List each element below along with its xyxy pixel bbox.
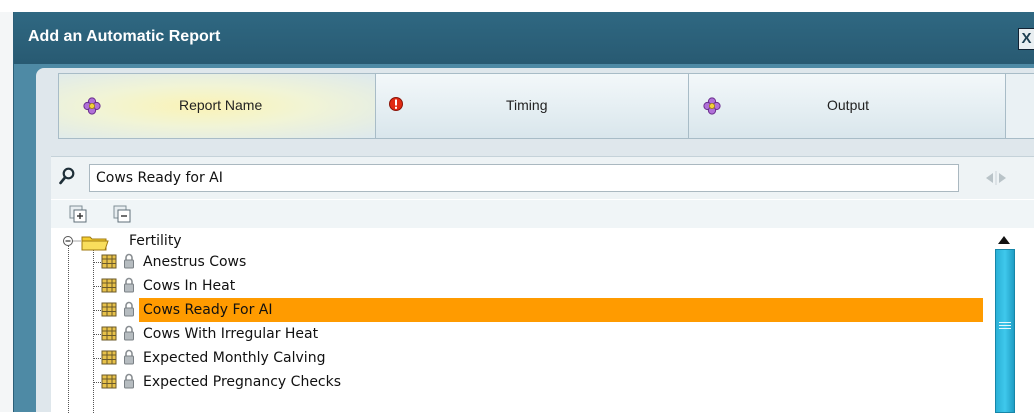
lock-icon	[123, 301, 135, 317]
tab-label: Report Name	[179, 97, 263, 113]
tree-item[interactable]: Cows With Irregular Heat	[93, 322, 983, 346]
lock-icon	[123, 325, 135, 341]
tab-output[interactable]: Output	[689, 74, 1006, 138]
tree-item[interactable]: Expected Pregnancy Checks	[93, 370, 983, 394]
lock-icon	[123, 277, 135, 293]
add-report-dialog: Add an Automatic Report X Report Name Ti…	[13, 12, 1034, 413]
scroll-thumb[interactable]	[995, 249, 1015, 413]
search-input[interactable]	[89, 164, 959, 192]
dialog-titlebar[interactable]: Add an Automatic Report X	[14, 12, 1034, 64]
tree-line	[93, 358, 101, 359]
tree-item-label: Cows Ready For AI	[139, 298, 983, 322]
tree-item-label: Cows With Irregular Heat	[143, 326, 319, 342]
expand-all-icon[interactable]	[68, 204, 88, 224]
tab-label: Output	[827, 97, 870, 113]
report-table-icon	[101, 278, 117, 293]
tree-line	[93, 286, 101, 287]
flower-icon	[83, 97, 101, 115]
tree-item[interactable]: Anestrus Cows	[93, 250, 983, 274]
tree-line	[93, 262, 101, 263]
tab-report-name[interactable]: Report Name	[59, 74, 376, 138]
wizard-tabs: Report Name Timing Output	[58, 73, 1034, 139]
scroll-up-icon[interactable]	[997, 231, 1011, 244]
tree-item-label: Cows In Heat	[143, 278, 236, 294]
tree-line	[68, 243, 69, 413]
report-tree: Fertility Anestrus Cows Cows In Heat Cow…	[51, 229, 983, 413]
tree-scrollbar[interactable]	[987, 229, 1021, 413]
tree-line	[93, 382, 101, 383]
report-picker-panel: Fertility Anestrus Cows	[51, 156, 1034, 413]
tree-folder-label: Fertility	[129, 233, 182, 249]
tree-toolbar	[51, 200, 1034, 228]
close-button[interactable]: X	[1018, 28, 1034, 50]
report-table-icon	[101, 254, 117, 269]
tree-item-selected[interactable]: Cows Ready For AI	[93, 298, 983, 322]
report-table-icon	[101, 374, 117, 389]
tree-item-label: Expected Monthly Calving	[143, 350, 326, 366]
dialog-body: Report Name Timing Output Cows Ready for…	[36, 68, 1034, 413]
dialog-title: Add an Automatic Report	[28, 28, 221, 45]
lock-icon	[123, 373, 135, 389]
tree-item-label: Anestrus Cows	[143, 254, 247, 270]
search-row	[51, 157, 1034, 199]
tab-label: Timing	[506, 97, 548, 113]
tree-item[interactable]: Expected Monthly Calving	[93, 346, 983, 370]
tree-line	[93, 334, 101, 335]
flower-icon	[703, 97, 721, 115]
tree-item-label: Expected Pregnancy Checks	[143, 374, 342, 390]
tab-timing[interactable]: Timing	[376, 74, 689, 138]
tree-line	[93, 249, 94, 413]
background-window	[0, 12, 14, 412]
tree-line	[93, 310, 101, 311]
lock-icon	[123, 253, 135, 269]
background-window-top	[0, 0, 1034, 12]
search-icon	[59, 167, 75, 185]
report-table-icon	[101, 350, 117, 365]
report-table-icon	[101, 302, 117, 317]
grip-icon	[999, 322, 1011, 330]
warning-icon	[388, 96, 406, 114]
lock-icon	[123, 349, 135, 365]
report-table-icon	[101, 326, 117, 341]
tree-item[interactable]: Cows In Heat	[93, 274, 983, 298]
nav-arrows[interactable]	[981, 169, 1011, 187]
collapse-all-icon[interactable]	[112, 204, 132, 224]
